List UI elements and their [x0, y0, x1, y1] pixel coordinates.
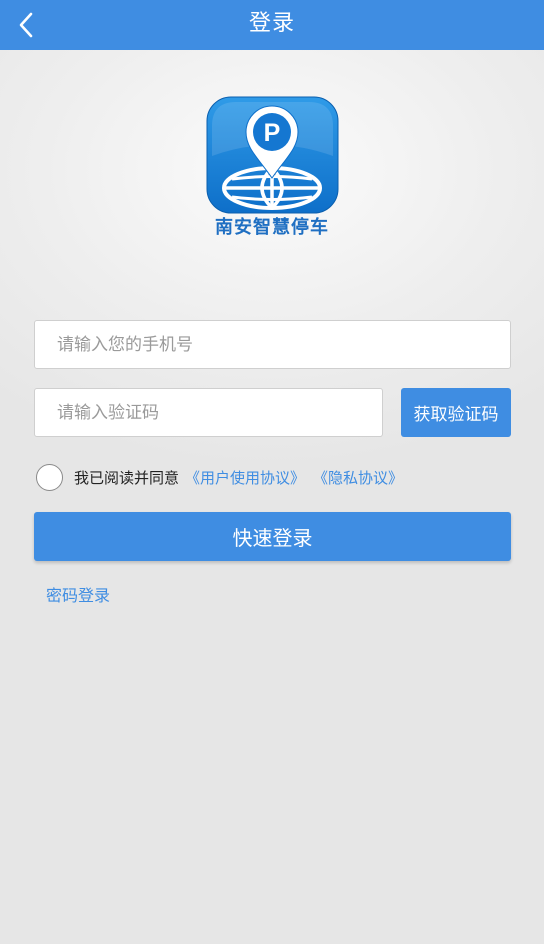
password-login-link[interactable]: 密码登录: [46, 582, 110, 606]
parking-location-globe-icon: P: [206, 96, 339, 214]
get-code-button[interactable]: 获取验证码: [401, 388, 511, 437]
svg-text:P: P: [264, 119, 281, 147]
phone-input[interactable]: [34, 320, 511, 369]
agree-checkbox[interactable]: [36, 463, 63, 491]
user-agreement-link[interactable]: 《用户使用协议》: [185, 467, 305, 488]
agreement-row: 我已阅读并同意 《用户使用协议》 《隐私协议》: [36, 462, 403, 492]
agree-label: 我已阅读并同意: [74, 468, 180, 487]
quick-login-button[interactable]: 快速登录: [34, 512, 511, 561]
app-header: 登录: [0, 0, 544, 50]
app-name: 南安智慧停车: [215, 217, 329, 238]
page-title: 登录: [248, 11, 295, 36]
verification-code-input[interactable]: [34, 388, 383, 437]
privacy-policy-link[interactable]: 《隐私协议》: [313, 467, 403, 488]
